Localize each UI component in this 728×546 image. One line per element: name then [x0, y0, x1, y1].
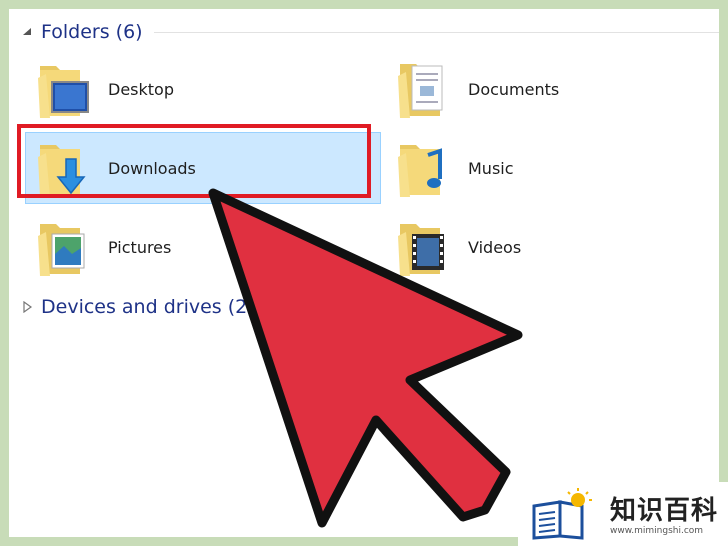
devices-group-title: Devices and drives (2): [41, 296, 255, 318]
desktop-folder-icon: [38, 66, 89, 118]
folder-item-music[interactable]: Music: [385, 132, 719, 204]
folder-label: Downloads: [108, 158, 196, 178]
logo-text: 知识百科: [610, 496, 719, 526]
music-folder-icon: [398, 145, 442, 197]
videos-folder-icon: [398, 224, 444, 276]
folder-item-desktop[interactable]: Desktop: [25, 53, 381, 125]
folder-label: Documents: [468, 79, 560, 99]
folder-item-videos[interactable]: Videos: [385, 211, 719, 283]
folder-item-documents[interactable]: Documents: [385, 53, 719, 125]
folder-label: Pictures: [108, 237, 172, 257]
folder-label: Music: [468, 158, 514, 178]
folders-group-title: Folders (6): [41, 21, 143, 43]
book-lightbulb-icon: [532, 488, 592, 540]
folder-label: Videos: [468, 237, 522, 257]
logo-url: www.mimingshi.com: [610, 526, 704, 536]
pictures-folder-icon: [38, 224, 85, 276]
site-logo: 知识百科 www.mimingshi.com: [518, 482, 728, 546]
documents-folder-icon: [398, 64, 443, 118]
folder-item-pictures[interactable]: Pictures: [25, 211, 381, 283]
devices-group-header[interactable]: Devices and drives (2): [21, 294, 255, 320]
folders-group-header[interactable]: Folders (6): [21, 19, 143, 45]
expand-arrow-icon[interactable]: [21, 301, 33, 313]
group-divider: [154, 32, 719, 33]
downloads-folder-icon: [38, 145, 86, 197]
collapse-arrow-icon[interactable]: [21, 26, 33, 38]
folder-label: Desktop: [108, 79, 174, 99]
explorer-content-pane: Folders (6) Desktop Documents Downloads …: [9, 9, 719, 537]
folder-item-downloads[interactable]: Downloads: [25, 132, 381, 204]
